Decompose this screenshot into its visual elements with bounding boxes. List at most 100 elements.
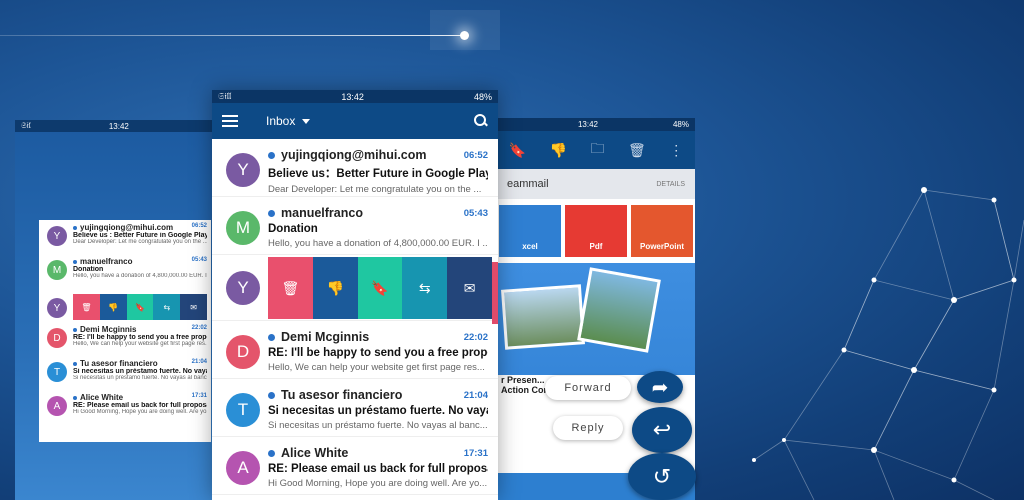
avatar: Y: [226, 270, 260, 305]
more-icon[interactable]: ⋮: [669, 142, 683, 159]
sender: Demi Mcginnis: [281, 330, 370, 344]
flag-icon[interactable]: 🔖: [357, 257, 403, 319]
subject: RE: I'll be happy to send you a free pro…: [73, 334, 207, 341]
time: 17:31: [463, 447, 488, 459]
swipe-edge: [492, 262, 498, 324]
folder-title[interactable]: Inbox: [266, 114, 295, 128]
list-item[interactable]: Y yujingqiong@mihui.com 06:52 Believe us …: [39, 220, 211, 254]
move-icon[interactable]: ⇆: [402, 257, 448, 319]
signal-icon: 𝔖𝔦𝔩: [21, 121, 31, 130]
attachment-powerpoint[interactable]: PowerPoint: [631, 205, 693, 257]
spam-icon[interactable]: 👎: [99, 294, 127, 320]
unread-dot: [73, 395, 77, 400]
move-icon[interactable]: ⇆: [153, 294, 181, 320]
status-bar: 𝔖𝔦𝔩 13:42: [15, 120, 213, 132]
unread-dot: [268, 392, 275, 400]
sender: Alice White: [281, 446, 349, 460]
subject: Believe us：Better Future in Google Play: [268, 168, 488, 180]
time: 22:02: [463, 331, 488, 343]
subject: Donation: [73, 266, 104, 273]
left-email-list: Y yujingqiong@mihui.com 06:52 Believe us …: [39, 220, 211, 442]
avatar: A: [47, 396, 67, 416]
unread-dot: [268, 450, 275, 458]
email-row[interactable]: Y yujingqiong@mihui.com 06:52 Believe us：…: [212, 139, 498, 197]
message-toolbar: 🔖 👎 🗀 🗑 ⋮: [497, 131, 695, 169]
background-glow: [430, 10, 500, 50]
swiped-list-item[interactable]: Y 🗑 👎 🔖 ⇆ ✉: [39, 288, 211, 322]
preview: Hello, you have a donation of 4,800,000.…: [73, 273, 207, 279]
email-row[interactable]: T Tu asesor financiero 21:04 Si necesitas…: [212, 379, 498, 437]
chevron-down-icon[interactable]: [302, 118, 311, 124]
subject: Believe us : Better Future in Google Pla…: [73, 232, 207, 239]
reply-icon[interactable]: ↩: [632, 407, 692, 453]
avatar: M: [226, 211, 260, 245]
subject: RE: Please email us back for full propos…: [268, 463, 488, 475]
attachment-pdf[interactable]: Pdf: [565, 205, 627, 257]
sender: Alice White: [80, 393, 124, 402]
unread-dot: [73, 225, 77, 230]
sender: manuelfranco: [281, 206, 363, 220]
reply-all-icon[interactable]: ↺: [628, 453, 696, 500]
unread-dot: [73, 361, 77, 366]
unread-dot: [73, 259, 77, 264]
sender-name: eammail: [507, 178, 549, 190]
time: 06:52: [191, 223, 207, 229]
attachments: xcel Pdf PowerPoint: [497, 199, 695, 263]
preview: Hello, you have a donation of 4,800,000.…: [268, 238, 488, 249]
spam-icon[interactable]: 👎: [550, 142, 567, 159]
forward-button[interactable]: Forward: [545, 376, 631, 400]
time: 21:04: [191, 359, 207, 365]
email-row[interactable]: D Demi Mcginnis 22:02 RE: I'll be happy t…: [212, 321, 498, 379]
preview: Hi Good Morning, Hope you are doing well…: [73, 409, 207, 415]
hamburger-menu-icon[interactable]: [222, 115, 238, 127]
delete-icon[interactable]: 🗑: [73, 294, 100, 320]
forward-icon[interactable]: ➦: [637, 371, 683, 403]
battery-level: 48%: [672, 120, 689, 129]
delete-icon[interactable]: 🗑: [628, 142, 646, 159]
message-header: eammail DETAILS: [497, 169, 695, 199]
status-bar: 𝔖𝔦𝔩𝔩 13:42 48%: [212, 90, 498, 103]
unread-dot: [268, 210, 275, 218]
reply-button[interactable]: Reply: [553, 416, 623, 440]
time: 21:04: [463, 389, 488, 401]
time: 05:43: [463, 207, 488, 219]
list-item[interactable]: T Tu asesor financiero 21:04 Si necesitas…: [39, 356, 211, 390]
mail-icon[interactable]: ✉: [447, 257, 492, 319]
sender: manuelfranco: [80, 257, 133, 266]
preview: Hello, We can help your website get firs…: [73, 341, 207, 347]
time: 22:02: [191, 325, 207, 331]
status-time: 13:42: [108, 121, 129, 131]
details-link[interactable]: DETAILS: [656, 181, 685, 188]
spam-icon[interactable]: 👎: [312, 257, 358, 319]
delete-icon[interactable]: 🗑: [268, 257, 313, 319]
email-row[interactable]: M manuelfranco 05:43 Donation Hello, you …: [212, 197, 498, 255]
status-bar: 13:42 48%: [497, 118, 695, 131]
time: 06:52: [463, 149, 488, 161]
status-time: 13:42: [577, 120, 598, 129]
avatar: D: [226, 335, 260, 369]
signal-icon: 𝔖𝔦𝔩𝔩: [218, 91, 232, 101]
photo: [577, 267, 661, 353]
email-row[interactable]: A Alice White 17:31 RE: Please email us b…: [212, 437, 498, 495]
list-item[interactable]: D Demi Mcginnis 22:02 RE: I'll be happy t…: [39, 322, 211, 356]
swipe-actions: 🗑 👎 🔖 ⇆ ✉: [268, 257, 492, 319]
list-item[interactable]: M manuelfranco 05:43 Donation Hello, you …: [39, 254, 211, 288]
preview: Si necesitas un préstamo fuerte. No vaya…: [268, 420, 488, 431]
attachment-excel[interactable]: xcel: [499, 205, 561, 257]
preview: Hi Good Morning, Hope you are doing well…: [268, 478, 488, 489]
list-item[interactable]: A Alice White 17:31 RE: Please email us b…: [39, 390, 211, 424]
mail-icon[interactable]: ✉: [180, 294, 207, 320]
sender: yujingqiong@mihui.com: [80, 223, 174, 232]
avatar: A: [226, 451, 260, 485]
status-time: 13:42: [341, 91, 364, 102]
bookmark-icon[interactable]: 🔖: [509, 142, 526, 159]
folder-icon[interactable]: 🗀: [591, 138, 605, 162]
avatar: Y: [47, 298, 67, 318]
avatar: T: [226, 393, 260, 427]
subject: Si necesitas un préstamo fuerte. No vaya…: [73, 368, 207, 375]
flag-icon[interactable]: 🔖: [126, 294, 154, 320]
swiped-email-row[interactable]: Y 🗑 👎 🔖 ⇆ ✉: [212, 255, 498, 321]
preview: Si necesitas un préstamo fuerte. No vaya…: [73, 375, 207, 381]
search-icon[interactable]: [474, 114, 488, 128]
preview: Dear Developer: Let me congratulate you …: [268, 184, 482, 195]
